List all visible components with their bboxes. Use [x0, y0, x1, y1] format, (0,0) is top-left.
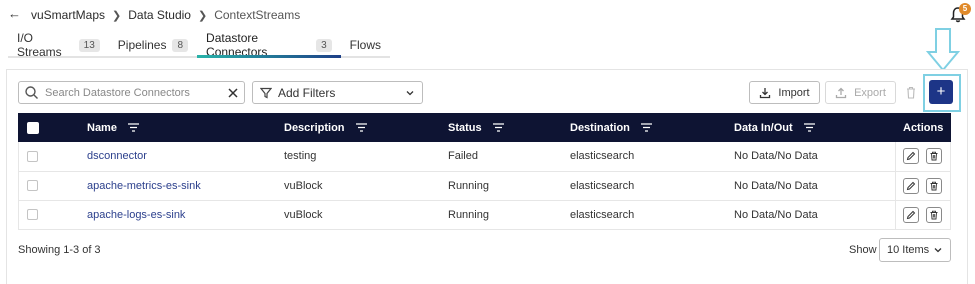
upload-icon	[835, 87, 847, 99]
edit-icon[interactable]	[903, 206, 919, 223]
column-header-status[interactable]: Status	[448, 113, 570, 142]
column-header-name[interactable]: Name	[87, 113, 284, 142]
add-filters-dropdown[interactable]: Add Filters	[252, 81, 423, 104]
page-size-value: 10 Items	[887, 244, 930, 256]
clear-search-icon[interactable]	[227, 87, 239, 99]
page-size-select[interactable]: 10 Items	[879, 238, 951, 262]
connector-name-link[interactable]: apache-metrics-es-sink	[87, 171, 284, 200]
delete-icon[interactable]	[926, 177, 943, 194]
import-label: Import	[778, 86, 810, 99]
connector-name-link[interactable]: apache-logs-es-sink	[87, 200, 284, 229]
chevron-right-icon: ❯	[197, 9, 208, 22]
delete-icon[interactable]	[926, 206, 943, 223]
data-in-out-cell: No Data/No Data	[734, 179, 818, 192]
chevron-down-icon	[934, 248, 942, 253]
destination-cell: elasticsearch	[570, 150, 635, 163]
download-icon	[759, 87, 771, 99]
delete-icon[interactable]	[926, 148, 943, 165]
edit-icon[interactable]	[903, 148, 919, 165]
connectors-table: Name Description Status Destination Data…	[18, 113, 951, 230]
tab-bar: I/O Streams 13 Pipelines 8 Datastore Con…	[8, 31, 390, 59]
description-cell: testing	[284, 150, 317, 163]
destination-cell: elasticsearch	[570, 179, 635, 192]
column-header-destination[interactable]: Destination	[570, 113, 734, 142]
select-all-checkbox[interactable]	[27, 121, 39, 134]
tab-count-badge: 8	[172, 38, 189, 52]
sort-icon[interactable]	[355, 123, 367, 132]
breadcrumb-item-data-studio[interactable]: Data Studio	[128, 8, 191, 22]
tab-label: Pipelines	[117, 38, 167, 52]
column-header-label: Name	[87, 121, 117, 134]
status-cell: Running	[448, 179, 489, 192]
description-cell: vuBlock	[284, 179, 323, 192]
search-icon	[25, 85, 38, 99]
table-row: apache-logs-es-sink vuBlock Running elas…	[18, 200, 951, 229]
column-header-description[interactable]: Description	[284, 113, 448, 142]
edit-icon[interactable]	[903, 177, 919, 194]
breadcrumb: vuSmartMaps ❯ Data Studio ❯ ContextStrea…	[31, 8, 300, 22]
column-header-actions: Actions	[903, 121, 944, 134]
page-size-label: Show	[849, 244, 877, 256]
tab-pipelines[interactable]: Pipelines 8	[109, 34, 197, 56]
back-arrow-icon[interactable]: ←	[8, 6, 21, 21]
connector-name-link[interactable]: dsconnector	[87, 142, 284, 171]
top-bar: ← vuSmartMaps ❯ Data Studio ❯ ContextStr…	[0, 0, 975, 30]
table-row: apache-metrics-es-sink vuBlock Running e…	[18, 171, 951, 200]
breadcrumb-item-vusmartmaps[interactable]: vuSmartMaps	[31, 8, 105, 22]
sort-icon[interactable]	[128, 123, 140, 132]
sort-icon[interactable]	[803, 123, 815, 132]
status-cell: Running	[448, 208, 489, 221]
row-checkbox[interactable]	[27, 180, 38, 192]
data-in-out-cell: No Data/No Data	[734, 150, 818, 163]
table-row: dsconnector testing Failed elasticsearch…	[18, 142, 951, 171]
tab-datastore-connectors[interactable]: Datastore Connectors 3	[197, 31, 341, 59]
bulk-delete-icon[interactable]	[901, 81, 921, 104]
export-button[interactable]: Export	[825, 81, 896, 104]
data-in-out-cell: No Data/No Data	[734, 208, 818, 221]
chevron-down-icon	[406, 90, 414, 95]
column-header-label: Status	[448, 121, 482, 134]
sort-icon[interactable]	[492, 123, 504, 132]
notification-bell-icon[interactable]: 5	[950, 3, 971, 24]
import-button[interactable]: Import	[749, 81, 820, 104]
column-header-label: Data In/Out	[734, 121, 793, 134]
tab-label: Datastore Connectors	[206, 31, 268, 59]
column-header-data-in-out[interactable]: Data In/Out	[734, 113, 898, 142]
breadcrumb-item-contextstreams: ContextStreams	[214, 8, 301, 22]
tab-count-badge: 13	[78, 38, 100, 52]
filter-icon	[260, 87, 272, 98]
row-checkbox[interactable]	[27, 209, 38, 221]
add-connector-button[interactable]: +	[929, 80, 953, 104]
tab-label: Flows	[349, 38, 381, 52]
column-header-label: Destination	[570, 121, 630, 134]
description-cell: vuBlock	[284, 208, 323, 221]
row-checkbox[interactable]	[27, 150, 38, 162]
export-label: Export	[854, 86, 886, 99]
search-input[interactable]	[41, 82, 227, 103]
add-filters-label: Add Filters	[278, 85, 336, 100]
pagination-summary: Showing 1-3 of 3	[18, 244, 101, 256]
tab-flows[interactable]: Flows	[341, 34, 390, 56]
status-cell: Failed	[448, 150, 478, 163]
tab-count-badge: 3	[316, 38, 332, 52]
sort-icon[interactable]	[640, 123, 652, 132]
notification-count-badge: 5	[959, 3, 971, 15]
tab-label: I/O Streams	[17, 31, 62, 59]
table-header-row: Name Description Status Destination Data…	[18, 113, 951, 142]
down-arrow-annotation-icon	[926, 28, 960, 72]
search-box	[18, 81, 245, 104]
destination-cell: elasticsearch	[570, 208, 635, 221]
chevron-right-icon: ❯	[112, 9, 122, 22]
column-header-label: Description	[284, 121, 345, 134]
tab-io-streams[interactable]: I/O Streams 13	[8, 31, 109, 59]
